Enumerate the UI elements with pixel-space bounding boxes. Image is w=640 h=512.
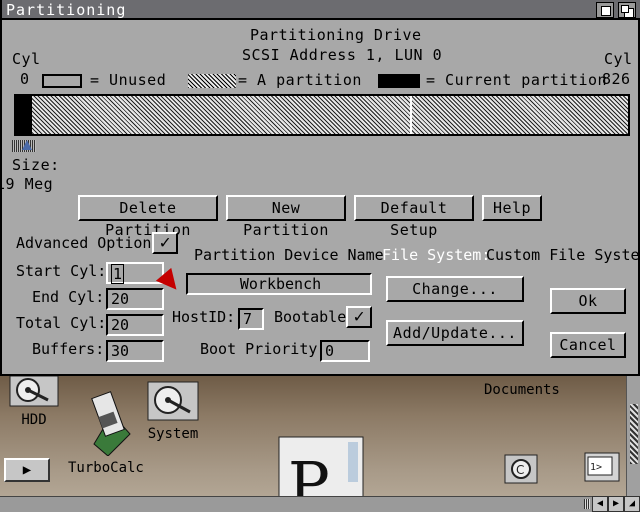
advanced-options-checkbox[interactable]: ✓ xyxy=(152,232,178,254)
end-cyl-label: End Cyl: xyxy=(32,288,105,306)
device-name-input[interactable]: Workbench xyxy=(186,273,372,295)
size-value: 19 Meg xyxy=(0,175,54,193)
cyl-left-value: 0 xyxy=(20,70,30,88)
device-name-label: Partition Device Name xyxy=(194,246,384,264)
buffers-label: Buffers: xyxy=(32,340,105,358)
calculator-icon xyxy=(91,391,131,457)
zoom-gadget-icon[interactable] xyxy=(596,2,614,18)
current-partition-block[interactable] xyxy=(16,96,32,134)
partition-swatch xyxy=(188,74,236,88)
start-cyl-value: 1 xyxy=(111,264,125,284)
shell-icon: 1> xyxy=(584,452,620,482)
horizontal-scroll-knob[interactable] xyxy=(584,499,590,509)
hdd-icon-label: HDD xyxy=(21,412,47,428)
unused-legend: = Unused xyxy=(90,71,167,89)
ok-button[interactable]: Ok xyxy=(550,288,626,314)
unused-swatch xyxy=(42,74,82,88)
title-bar[interactable]: Partitioning xyxy=(2,0,640,20)
disk-c-icon: C xyxy=(504,454,538,484)
buffers-input[interactable]: 30 xyxy=(106,340,164,362)
bootable-label: Bootable xyxy=(274,308,347,326)
new-partition-button[interactable]: New Partition xyxy=(226,195,346,239)
host-id-label: HostID: xyxy=(172,308,236,326)
current-partition-swatch xyxy=(378,74,420,88)
window-title: Partitioning xyxy=(6,1,127,19)
boot-priority-input[interactable]: 0 xyxy=(320,340,370,362)
documents-drawer-icon[interactable]: Documents xyxy=(484,382,560,398)
shell-window-icon[interactable]: 1> xyxy=(584,452,620,486)
desktop-horizontal-scrollbar[interactable] xyxy=(0,496,640,512)
documents-icon-label: Documents xyxy=(484,382,560,398)
turbocalc-icon-label: TurboCalc xyxy=(68,460,144,476)
system-disk-icon xyxy=(147,381,199,421)
resize-gadget-icon[interactable]: ◢ xyxy=(624,496,640,512)
scroll-left-arrow-icon[interactable]: ◀ xyxy=(592,496,608,512)
hdd-drive-icon[interactable]: HDD xyxy=(8,374,60,428)
bootable-checkbox[interactable]: ✓ xyxy=(346,306,372,328)
start-cyl-label: Start Cyl: xyxy=(16,262,107,280)
desktop-vertical-scrollbar[interactable] xyxy=(626,374,640,496)
drive-heading: Partitioning Drive xyxy=(250,26,422,44)
partition-map[interactable] xyxy=(14,94,630,136)
scroll-knob[interactable] xyxy=(630,404,638,464)
change-filesystem-button[interactable]: Change... xyxy=(386,276,524,302)
partitioning-window: Partitioning Partitioning Drive SCSI Add… xyxy=(0,0,640,376)
scsi-address: SCSI Address 1, LUN 0 xyxy=(242,46,443,64)
partition-divider xyxy=(410,96,412,134)
boot-priority-label: Boot Priority: xyxy=(200,340,327,358)
end-cyl-input[interactable]: 20 xyxy=(106,288,164,310)
cyl-left-label: Cyl xyxy=(12,50,41,68)
partition-legend: = A partition xyxy=(238,71,362,89)
file-system-value: Custom File System xyxy=(486,246,640,264)
scroll-right-arrow-icon[interactable]: ▶ xyxy=(608,496,624,512)
add-update-button[interactable]: Add/Update... xyxy=(386,320,524,346)
system-icon-label: System xyxy=(147,426,199,442)
turbocalc-app-icon[interactable]: TurboCalc xyxy=(68,384,144,476)
play-button[interactable]: ▶ xyxy=(4,458,50,482)
help-button[interactable]: Help xyxy=(482,195,542,221)
advanced-options-label: Advanced Options xyxy=(16,234,161,252)
scroll-arrows: ◀ ▶ ◢ xyxy=(592,496,640,512)
current-partition-legend: = Current partition xyxy=(426,71,608,89)
svg-text:C: C xyxy=(516,463,524,477)
default-setup-button[interactable]: Default Setup xyxy=(354,195,474,239)
cyl-right-label: Cyl xyxy=(604,50,633,68)
system-drive-icon[interactable]: System xyxy=(146,380,200,442)
hdd-icon xyxy=(9,375,59,407)
cancel-button[interactable]: Cancel xyxy=(550,332,626,358)
workbench-desktop: HDD System TurboCalc Documents P C 1> xyxy=(0,374,640,512)
host-id-input[interactable]: 7 xyxy=(238,308,264,330)
depth-gadget-icon[interactable] xyxy=(618,2,636,18)
disk-tool-icon[interactable]: C xyxy=(504,454,538,488)
total-cyl-input[interactable]: 20 xyxy=(106,314,164,336)
file-system-label: File System: xyxy=(382,246,491,264)
svg-text:1>: 1> xyxy=(590,462,602,473)
total-cyl-label: Total Cyl: xyxy=(16,314,107,332)
delete-partition-button[interactable]: Delete Partition xyxy=(78,195,218,239)
size-label: Size: xyxy=(12,156,60,174)
partition-drag-handle[interactable] xyxy=(12,140,36,152)
